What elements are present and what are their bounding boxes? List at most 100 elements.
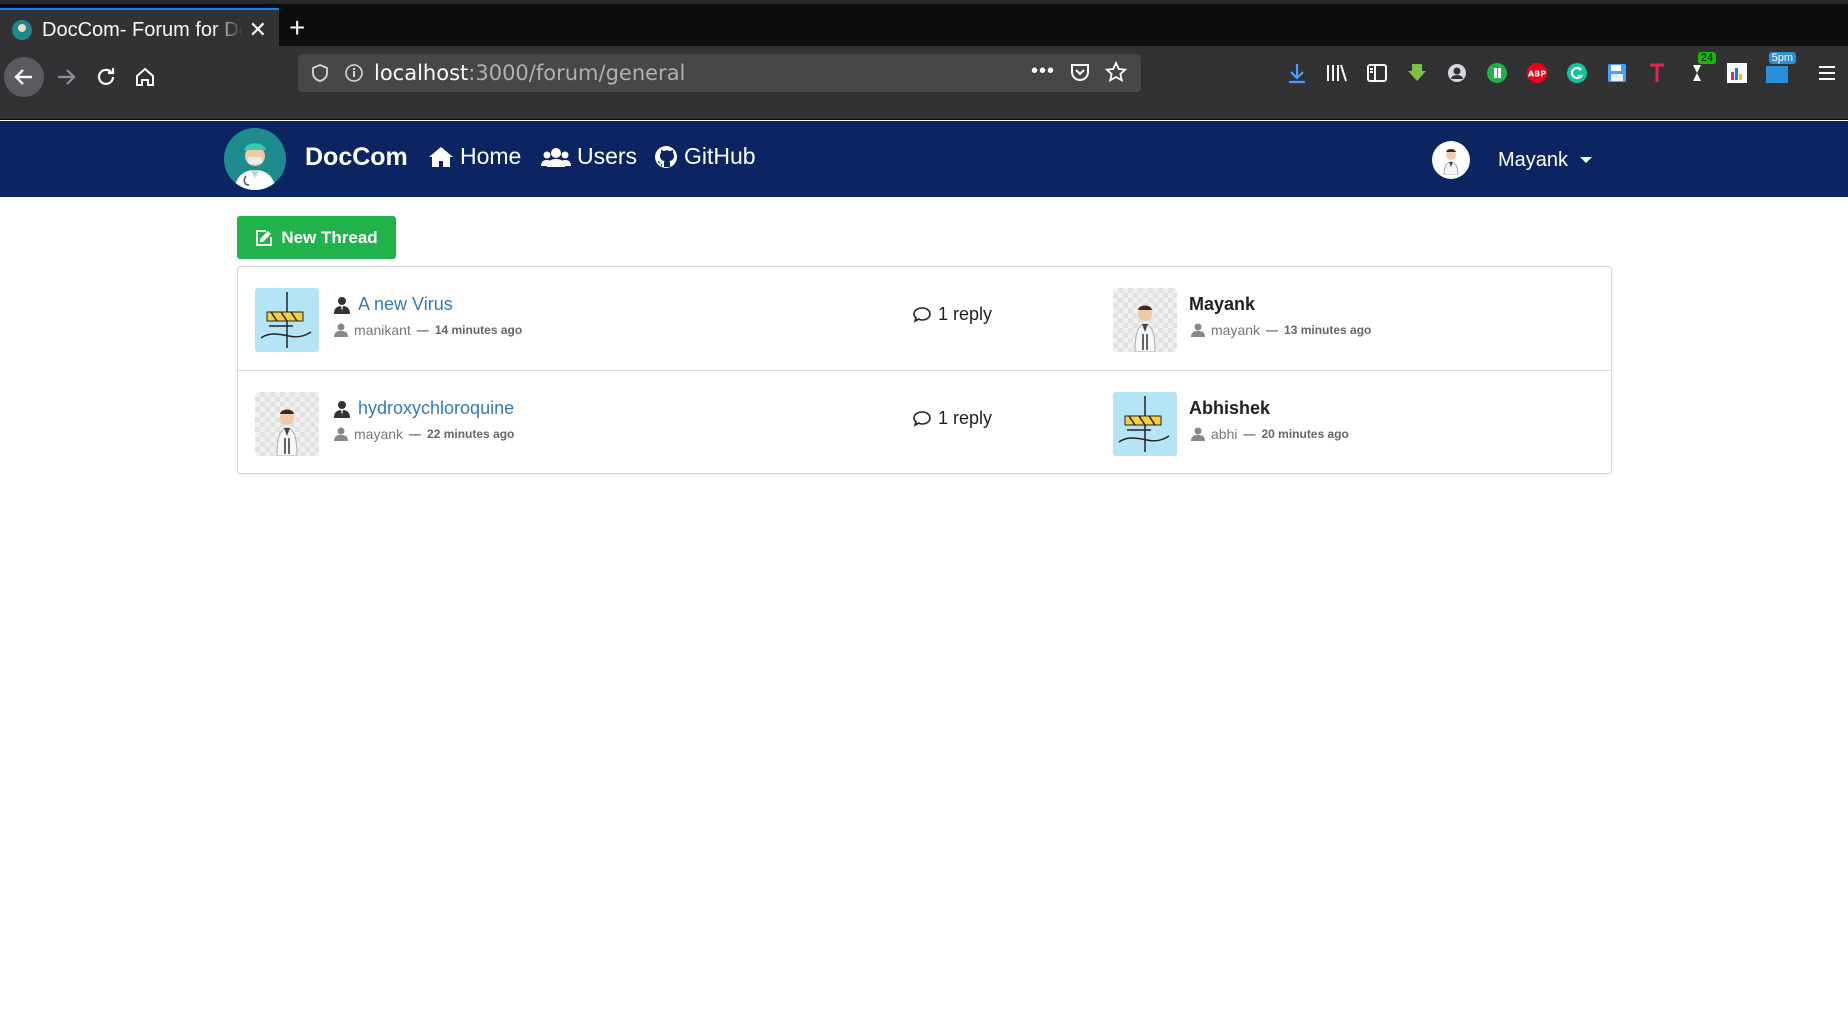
doctor-logo-icon	[224, 128, 286, 190]
thread-title: hydroxychloroquine	[358, 398, 515, 418]
account-icon[interactable]	[1444, 60, 1470, 86]
thread-row: hydroxychloroquine mayank — 22 minutes a…	[238, 371, 1611, 475]
nav-users-link[interactable]: Users	[541, 143, 637, 170]
forward-arrow-icon	[58, 69, 76, 85]
grammarly-icon[interactable]	[1564, 60, 1590, 86]
reply-count-label: 1 reply	[938, 304, 993, 324]
url-text: localhost:3000/forum/general	[374, 61, 686, 85]
forward-button[interactable]	[46, 57, 86, 97]
last-reply-user[interactable]: abhi	[1211, 426, 1237, 442]
last-reply-avatar	[1113, 288, 1177, 352]
user-name: Mayank	[1498, 148, 1569, 171]
nav-users-label: Users	[577, 143, 638, 169]
translate-icon[interactable]	[1644, 60, 1670, 86]
browser-tab[interactable]: DocCom- Forum for Doctors ✕	[0, 8, 279, 50]
back-button[interactable]	[4, 57, 44, 97]
pocket-icon[interactable]	[1069, 61, 1091, 83]
user-menu[interactable]: Mayank	[1432, 141, 1593, 179]
thread-meta: mayank — 22 minutes ago	[334, 426, 514, 442]
save-icon[interactable]	[1604, 60, 1630, 86]
thread-thumbnail	[255, 392, 319, 456]
meta-separator: —	[1266, 323, 1279, 337]
last-reply-name[interactable]: Abhishek	[1189, 398, 1270, 419]
browser-tab-strip: DocCom- Forum for Doctors ✕ +	[0, 0, 1848, 50]
nav-github-label: GitHub	[684, 143, 756, 169]
sidebar-icon[interactable]	[1364, 60, 1390, 86]
new-tab-icon[interactable]: +	[289, 14, 305, 42]
user-icon	[334, 427, 348, 441]
doctor-avatar-icon	[1443, 149, 1459, 175]
menu-icon[interactable]	[1814, 60, 1840, 86]
reply-count: 1 reply	[912, 408, 992, 429]
last-reply-time: 20 minutes ago	[1261, 427, 1349, 441]
thread-time: 14 minutes ago	[434, 323, 523, 337]
reload-icon	[97, 68, 115, 85]
last-reply-meta: abhi — 20 minutes ago	[1191, 426, 1349, 442]
doctor-favicon-icon	[12, 20, 32, 40]
user-icon	[334, 323, 348, 337]
road-sign-illustration-icon	[260, 292, 312, 348]
home-icon	[429, 146, 453, 167]
download-helper-icon[interactable]	[1404, 60, 1430, 86]
last-reply-name[interactable]: Mayank	[1189, 294, 1255, 315]
browser-toolbar: localhost:3000/forum/general ••• ABP 24 …	[0, 46, 1848, 120]
thread-title: A new Virus	[358, 294, 453, 314]
nav-github-link[interactable]: GitHub	[654, 143, 756, 170]
site-navbar: DocCom Home Users GitHub Mayank	[0, 121, 1848, 197]
last-reply-time: 13 minutes ago	[1284, 323, 1372, 337]
brand-logo[interactable]	[224, 128, 286, 190]
meta-separator: —	[1243, 427, 1256, 441]
svg-text:ABP: ABP	[1528, 70, 1546, 79]
meta-separator: —	[409, 427, 422, 441]
shield-icon	[312, 64, 328, 82]
thread-list: A new Virus manikant — 14 minutes ago 1 …	[237, 266, 1612, 474]
chevron-down-icon	[1580, 157, 1593, 163]
user-tie-icon	[334, 400, 350, 418]
thread-meta: manikant — 14 minutes ago	[334, 322, 522, 338]
address-bar[interactable]: localhost:3000/forum/general •••	[298, 54, 1141, 92]
thread-row: A new Virus manikant — 14 minutes ago 1 …	[238, 267, 1611, 371]
nav-home-label: Home	[460, 143, 522, 169]
library-icon[interactable]	[1324, 60, 1350, 86]
brand-name[interactable]: DocCom	[305, 143, 408, 172]
calendar-extension-icon[interactable]: 5pm	[1764, 52, 1796, 86]
github-icon	[655, 145, 677, 168]
meta-separator: —	[416, 323, 429, 337]
thread-title-link[interactable]: A new Virus	[334, 294, 453, 315]
info-icon	[345, 64, 363, 82]
road-sign-illustration-icon	[1118, 396, 1170, 452]
home-icon	[136, 67, 154, 86]
comment-icon	[913, 306, 931, 323]
last-reply-user[interactable]: mayank	[1211, 322, 1260, 338]
last-reply-avatar	[1113, 392, 1177, 456]
doctor-avatar-icon	[276, 409, 298, 456]
reload-button[interactable]	[86, 57, 126, 97]
reply-count-label: 1 reply	[938, 408, 993, 428]
thread-author[interactable]: manikant	[354, 322, 411, 338]
timer-extension-icon[interactable]: 24	[1684, 52, 1716, 86]
comment-icon	[913, 410, 931, 427]
adblock-plus-icon[interactable]: ABP	[1524, 60, 1550, 86]
chart-extension-icon[interactable]	[1724, 60, 1750, 86]
users-icon	[541, 147, 571, 167]
nav-home-link[interactable]: Home	[428, 143, 521, 170]
thread-time: 22 minutes ago	[427, 427, 515, 441]
new-thread-button[interactable]: New Thread	[237, 216, 396, 259]
thread-author[interactable]: mayank	[354, 426, 403, 442]
toolbar-extensions: ABP 24 5pm	[1284, 52, 1840, 86]
thread-title-link[interactable]: hydroxychloroquine	[334, 398, 514, 419]
doctor-avatar-icon	[1134, 305, 1156, 352]
bookmark-star-icon[interactable]	[1105, 60, 1127, 83]
extension-d-icon[interactable]	[1484, 60, 1510, 86]
user-icon	[1191, 427, 1205, 441]
edit-icon	[256, 229, 273, 246]
home-button[interactable]	[125, 57, 165, 97]
reply-count: 1 reply	[912, 304, 992, 325]
download-icon[interactable]	[1284, 60, 1310, 86]
page-actions-icon[interactable]: •••	[1031, 60, 1055, 83]
avatar	[1432, 141, 1470, 179]
close-tab-icon[interactable]: ✕	[249, 19, 267, 41]
tab-title: DocCom- Forum for Doctors	[42, 18, 243, 41]
user-icon	[1191, 323, 1205, 337]
last-reply-meta: mayank — 13 minutes ago	[1191, 322, 1371, 338]
